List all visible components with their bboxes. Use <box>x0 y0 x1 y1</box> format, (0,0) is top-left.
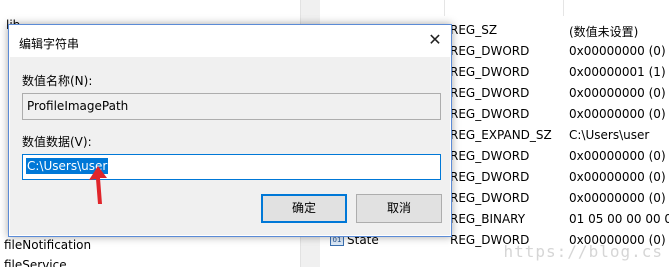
close-icon[interactable]: ✕ <box>423 29 447 51</box>
value-data: (数值未设置) <box>569 25 639 39</box>
value-data-input[interactable]: C:\Users\user <box>22 154 441 180</box>
value-name-label: 数值名称(N): <box>22 74 93 88</box>
value-data: 0x00000000 (0) <box>569 86 666 100</box>
value-name-field: ProfileImagePath <box>22 93 441 120</box>
edit-string-dialog: 编辑字符串 ✕ 数值名称(N): ProfileImagePath 数值数据(V… <box>8 24 452 237</box>
value-type: REG_EXPAND_SZ <box>450 128 552 142</box>
value-type: REG_DWORD <box>450 149 530 163</box>
annotation-arrow-icon <box>89 166 107 204</box>
cancel-button[interactable]: 取消 <box>356 194 442 223</box>
value-data: 0x00000000 (0) <box>569 170 666 184</box>
value-data: 0x00000000 (0) <box>569 107 666 121</box>
value-data: 0x00000000 (0) <box>569 191 666 205</box>
value-type: REG_DWORD <box>450 44 530 58</box>
value-data: 0x00000001 (1) <box>569 65 666 79</box>
value-data: 0x00000000 (0) <box>569 44 666 58</box>
column-separator <box>444 0 445 16</box>
value-type: REG_DWORD <box>450 191 530 205</box>
tree-item-file-notification[interactable]: fileNotification <box>4 238 91 252</box>
value-data: C:\Users\user <box>569 128 650 142</box>
tree-item-file-service[interactable]: fileService <box>4 258 67 267</box>
value-type: REG_DWORD <box>450 170 530 184</box>
value-type: REG_DWORD <box>450 86 530 100</box>
value-data: 01 05 00 00 00 00 <box>569 212 669 226</box>
ok-button[interactable]: 确定 <box>261 194 347 223</box>
dialog-body: 数值名称(N): ProfileImagePath 数值数据(V): C:\Us… <box>10 57 450 235</box>
value-type: REG_DWORD <box>450 65 530 79</box>
value-type: REG_DWORD <box>450 107 530 121</box>
value-type: REG_SZ <box>450 23 498 37</box>
column-separator <box>563 0 564 16</box>
dialog-title: 编辑字符串 <box>19 37 80 51</box>
value-type: REG_BINARY <box>450 212 526 226</box>
value-data: 0x00000000 (0) <box>569 149 666 163</box>
value-data-label: 数值数据(V): <box>22 135 92 149</box>
watermark: https://blog.cs <box>503 242 663 261</box>
